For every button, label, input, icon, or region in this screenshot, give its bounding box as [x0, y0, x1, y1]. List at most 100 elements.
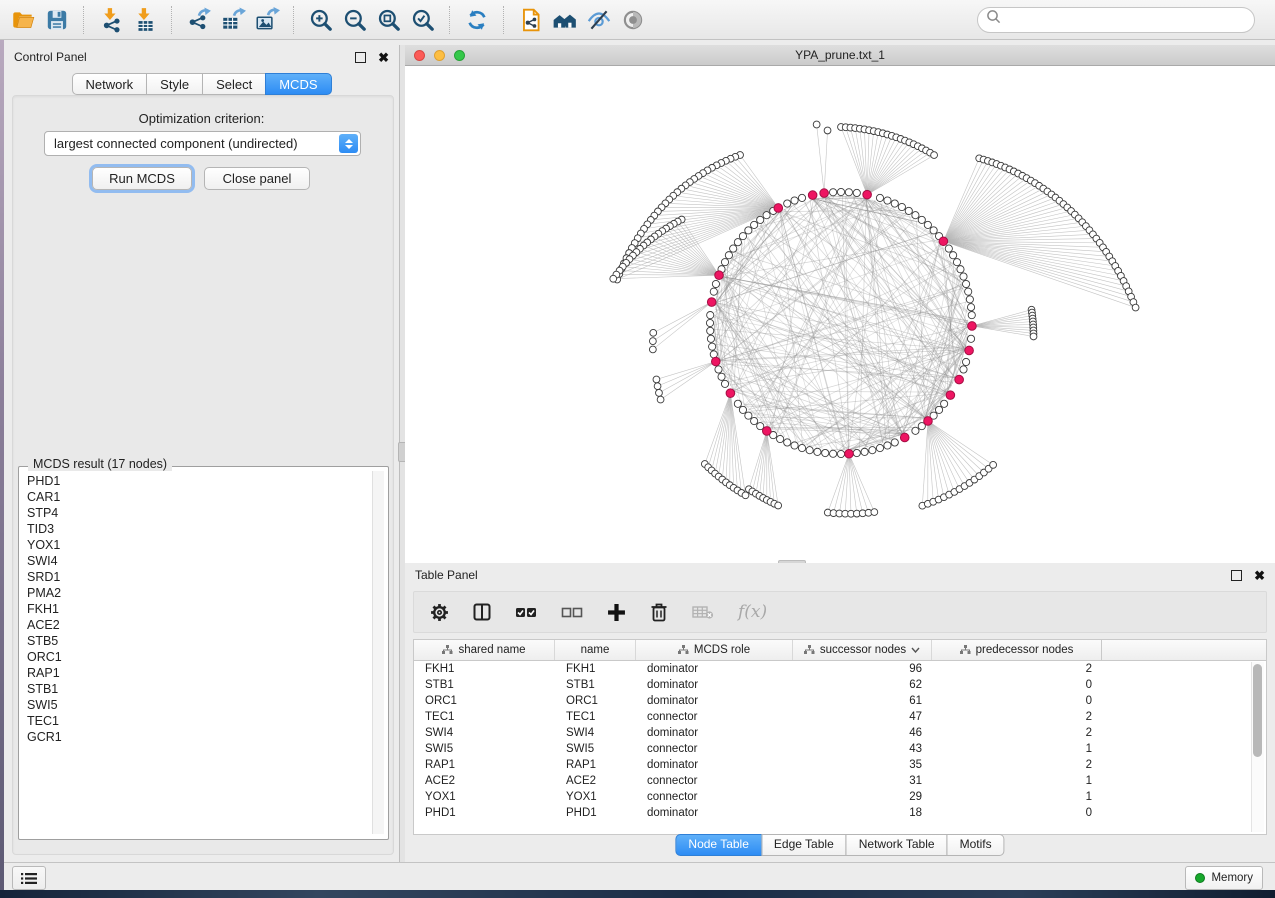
memory-button[interactable]: Memory — [1185, 866, 1263, 890]
network-node[interactable] — [1132, 304, 1139, 311]
import-table-icon[interactable] — [128, 5, 162, 35]
table-row[interactable]: SWI4SWI4dominator462 — [414, 725, 1266, 741]
network-node[interactable] — [918, 216, 925, 223]
mcds-result-item[interactable]: SRD1 — [27, 569, 374, 585]
network-node-dominator[interactable] — [955, 375, 964, 384]
network-node[interactable] — [884, 197, 891, 204]
table-row[interactable]: RAP1RAP1dominator352 — [414, 757, 1266, 773]
export-image-icon[interactable] — [250, 5, 284, 35]
export-network-icon[interactable] — [182, 5, 216, 35]
network-node[interactable] — [967, 335, 974, 342]
tab-network[interactable]: Network — [71, 73, 147, 95]
network-node[interactable] — [950, 252, 957, 259]
network-node-dominator[interactable] — [711, 357, 720, 366]
network-node[interactable] — [905, 207, 912, 214]
float-panel-icon[interactable] — [1231, 570, 1242, 581]
network-node[interactable] — [960, 273, 967, 280]
tab-edge-table[interactable]: Edge Table — [761, 834, 847, 856]
hide-annotations-icon[interactable] — [582, 5, 616, 35]
refresh-layout-icon[interactable] — [460, 5, 494, 35]
network-node[interactable] — [822, 449, 829, 456]
table-row[interactable]: ORC1ORC1dominator610 — [414, 693, 1266, 709]
network-node[interactable] — [707, 335, 714, 342]
network-node[interactable] — [837, 450, 844, 457]
network-node[interactable] — [654, 383, 661, 390]
column-header-predecessor-nodes[interactable]: predecessor nodes — [932, 640, 1102, 660]
network-node[interactable] — [829, 450, 836, 457]
zoom-selected-icon[interactable] — [406, 5, 440, 35]
network-node[interactable] — [813, 121, 820, 128]
network-node[interactable] — [884, 442, 891, 449]
table-row[interactable]: ACE2ACE2connector311 — [414, 773, 1266, 789]
network-node[interactable] — [791, 442, 798, 449]
network-node-dominator[interactable] — [726, 389, 735, 398]
table-settings-gear-icon[interactable] — [430, 603, 449, 622]
network-node[interactable] — [707, 311, 714, 318]
network-node[interactable] — [935, 406, 942, 413]
tab-select[interactable]: Select — [202, 73, 266, 95]
mcds-result-item[interactable]: STP4 — [27, 505, 374, 521]
network-node-dominator[interactable] — [863, 190, 872, 199]
mcds-result-item[interactable]: YOX1 — [27, 537, 374, 553]
network-node[interactable] — [657, 396, 664, 403]
network-node-dominator[interactable] — [924, 417, 933, 426]
tab-style[interactable]: Style — [146, 73, 203, 95]
search-box[interactable] — [977, 7, 1255, 33]
network-node[interactable] — [775, 502, 782, 509]
network-node[interactable] — [924, 221, 931, 228]
network-node-dominator[interactable] — [763, 427, 772, 436]
network-window-titlebar[interactable]: YPA_prune.txt_1 — [405, 45, 1275, 66]
network-node-dominator[interactable] — [845, 449, 854, 458]
select-all-rows-icon[interactable] — [515, 604, 537, 620]
network-node-dominator[interactable] — [939, 237, 948, 246]
mcds-result-list[interactable]: PHD1CAR1STP4TID3YOX1SWI4SRD1PMA2FKH1ACE2… — [20, 473, 374, 833]
network-node[interactable] — [845, 189, 852, 196]
network-node-dominator[interactable] — [965, 346, 974, 355]
network-node[interactable] — [960, 366, 967, 373]
export-table-icon[interactable] — [216, 5, 250, 35]
column-header-shared-name[interactable]: shared name — [414, 640, 555, 660]
network-node-dominator[interactable] — [707, 298, 716, 307]
mcds-result-item[interactable]: FKH1 — [27, 601, 374, 617]
network-node[interactable] — [718, 373, 725, 380]
mcds-result-item[interactable]: TID3 — [27, 521, 374, 537]
network-node[interactable] — [891, 200, 898, 207]
network-node[interactable] — [710, 288, 717, 295]
close-panel-icon[interactable]: ✖ — [378, 51, 389, 64]
search-input[interactable] — [1002, 12, 1254, 28]
tab-node-table[interactable]: Node Table — [675, 834, 762, 856]
show-annotations-icon[interactable] — [616, 5, 650, 35]
float-panel-icon[interactable] — [355, 52, 366, 63]
network-node-dominator[interactable] — [715, 271, 724, 280]
tab-network-table[interactable]: Network Table — [846, 834, 948, 856]
network-node[interactable] — [953, 259, 960, 266]
network-node[interactable] — [912, 427, 919, 434]
network-node[interactable] — [990, 461, 997, 468]
network-node[interactable] — [739, 406, 746, 413]
run-mcds-button[interactable]: Run MCDS — [92, 167, 192, 190]
network-node[interactable] — [777, 435, 784, 442]
network-node[interactable] — [962, 358, 969, 365]
table-row[interactable]: FKH1FKH1dominator962 — [414, 661, 1266, 677]
network-node[interactable] — [734, 400, 741, 407]
network-document-icon[interactable] — [514, 5, 548, 35]
network-node[interactable] — [650, 329, 657, 336]
network-node[interactable] — [965, 288, 972, 295]
network-node[interactable] — [706, 319, 713, 326]
network-node[interactable] — [745, 412, 752, 419]
network-node[interactable] — [784, 439, 791, 446]
mcds-result-item[interactable]: SWI5 — [27, 697, 374, 713]
deselect-all-rows-icon[interactable] — [561, 604, 583, 620]
network-node[interactable] — [721, 380, 728, 387]
network-node[interactable] — [653, 376, 660, 383]
network-node[interactable] — [649, 346, 656, 353]
import-network-icon[interactable] — [94, 5, 128, 35]
zoom-out-icon[interactable] — [338, 5, 372, 35]
mcds-result-item[interactable]: STB5 — [27, 633, 374, 649]
network-node[interactable] — [730, 245, 737, 252]
mcds-result-item[interactable]: RAP1 — [27, 665, 374, 681]
network-node[interactable] — [853, 449, 860, 456]
network-node[interactable] — [829, 189, 836, 196]
network-node[interactable] — [837, 188, 844, 195]
table-row[interactable]: YOX1YOX1connector291 — [414, 789, 1266, 805]
